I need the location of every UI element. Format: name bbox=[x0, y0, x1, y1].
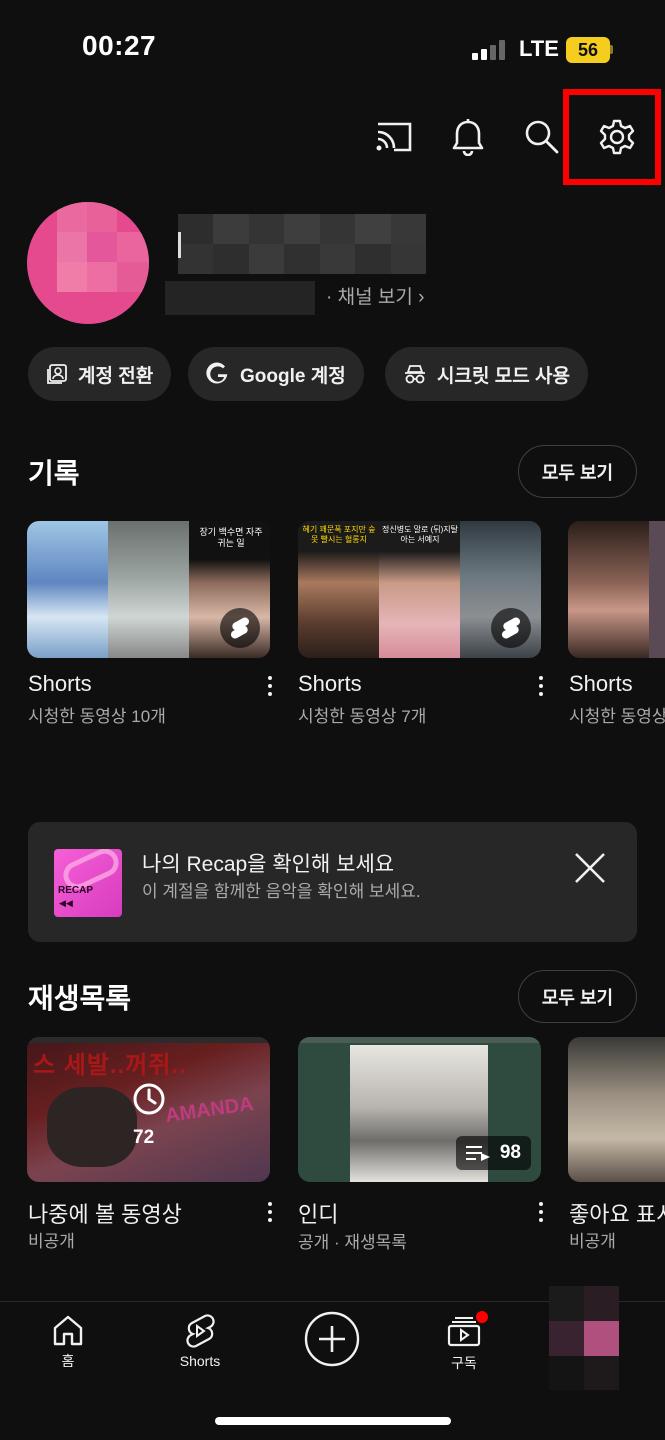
rewind-icon: ◀◀ bbox=[59, 898, 73, 908]
shorts-icon bbox=[186, 1314, 215, 1348]
nav-home[interactable]: 홈 bbox=[28, 1313, 108, 1371]
playlist-subtitle: 공개 · 재생목록 bbox=[298, 1233, 407, 1252]
avatar[interactable] bbox=[27, 202, 149, 324]
playlist-title: 나중에 볼 동영상 bbox=[28, 1202, 182, 1227]
more-options-icon[interactable] bbox=[260, 672, 280, 700]
nav-subscriptions[interactable]: 구독 bbox=[424, 1311, 504, 1373]
playlist-subtitle: 비공개 bbox=[28, 1232, 75, 1251]
thumb-caption-mid: 정신병도 말로 (뒤)지탈 아는 서예지 bbox=[382, 525, 459, 544]
network-label: LTE bbox=[519, 36, 559, 61]
history-thumbnail[interactable]: 장기 백수면 자주 귀는 일 bbox=[27, 521, 270, 658]
playlist-subtitle: 비공개 bbox=[569, 1232, 616, 1251]
history-card-title: Shorts bbox=[298, 671, 362, 696]
clock-icon bbox=[131, 1081, 167, 1117]
shorts-icon bbox=[220, 608, 260, 648]
history-see-all-button[interactable]: 모두 보기 bbox=[518, 445, 637, 498]
playlist-thumbnail[interactable]: 스 세발..꺼쥐.. AMANDA 72 bbox=[27, 1037, 270, 1182]
more-options-icon[interactable] bbox=[531, 672, 551, 700]
playlists-see-all-button[interactable]: 모두 보기 bbox=[518, 970, 637, 1023]
nav-shorts[interactable]: Shorts bbox=[160, 1313, 240, 1369]
playlist-thumbnail[interactable]: 98 bbox=[298, 1037, 541, 1182]
more-options-icon[interactable] bbox=[260, 1198, 280, 1226]
create-button[interactable] bbox=[304, 1311, 360, 1367]
notification-dot bbox=[476, 1311, 488, 1323]
nav-home-label: 홈 bbox=[61, 1353, 75, 1369]
battery-icon: 56 bbox=[566, 37, 610, 63]
history-card-subtitle: 시청한 동영상 7개 bbox=[298, 707, 427, 726]
settings-highlight-box bbox=[563, 89, 661, 185]
chip-label: Google 계정 bbox=[240, 365, 346, 387]
playlist-count: 98 bbox=[499, 1142, 521, 1163]
handle-blurred bbox=[165, 281, 315, 315]
home-indicator bbox=[215, 1417, 451, 1425]
google-icon bbox=[206, 362, 228, 384]
view-channel-link[interactable]: · 채널 보기 › bbox=[326, 282, 424, 309]
chip-label: 계정 전환 bbox=[78, 365, 154, 387]
playlist-count: 72 bbox=[133, 1127, 155, 1148]
recap-subtitle: 이 계절을 함께한 음악을 확인해 보세요. bbox=[142, 882, 421, 901]
playlist-count-badge: 98 bbox=[455, 1136, 531, 1170]
recap-thumbnail: RECAP ◀◀ bbox=[54, 849, 122, 917]
search-icon[interactable] bbox=[520, 115, 564, 159]
playlist-title: 인디 bbox=[298, 1202, 339, 1227]
history-title: 기록 bbox=[28, 458, 80, 489]
history-card-subtitle: 시청한 동영상 bbox=[569, 707, 665, 726]
playlist-thumbnail[interactable] bbox=[568, 1037, 665, 1182]
name-cursor bbox=[178, 232, 181, 258]
recap-title: 나의 Recap을 확인해 보세요 bbox=[142, 853, 395, 876]
switch-account-icon bbox=[47, 364, 67, 384]
history-card-title: Shorts bbox=[569, 671, 633, 696]
incognito-chip[interactable]: 시크릿 모드 사용 bbox=[385, 347, 588, 401]
nav-profile-avatar[interactable] bbox=[549, 1286, 635, 1390]
shorts-icon bbox=[491, 608, 531, 648]
status-time: 00:27 bbox=[82, 30, 157, 61]
playlist-title: 좋아요 표시 bbox=[569, 1202, 665, 1227]
history-thumbnail[interactable] bbox=[568, 521, 665, 658]
thumb-caption: 장기 백수면 자주 귀는 일 bbox=[199, 527, 263, 548]
home-icon bbox=[53, 1315, 83, 1346]
more-options-icon[interactable] bbox=[531, 1198, 551, 1226]
history-card-title: Shorts bbox=[28, 671, 92, 696]
close-icon[interactable] bbox=[574, 852, 606, 884]
battery-nub bbox=[610, 45, 613, 54]
playlist-icon bbox=[465, 1146, 490, 1161]
nav-shorts-label: Shorts bbox=[179, 1353, 221, 1369]
history-thumbnail[interactable]: 혜기 꽤문폭 포지만 숲 못 빨시는 혈롱지 정신병도 말로 (뒤)지탈 아는 … bbox=[298, 521, 541, 658]
switch-account-chip[interactable]: 계정 전환 bbox=[28, 347, 172, 401]
chip-label: 시크릿 모드 사용 bbox=[437, 365, 570, 387]
plus-icon bbox=[304, 1311, 360, 1367]
nav-subscriptions-label: 구독 bbox=[451, 1355, 477, 1371]
signal-icon bbox=[472, 40, 508, 60]
bell-icon[interactable] bbox=[446, 115, 490, 159]
recap-thumb-label: RECAP bbox=[58, 885, 94, 896]
google-account-chip[interactable]: Google 계정 bbox=[188, 347, 364, 401]
cast-icon[interactable] bbox=[372, 115, 416, 159]
history-card-subtitle: 시청한 동영상 10개 bbox=[28, 707, 166, 726]
incognito-icon bbox=[405, 365, 425, 384]
channel-name-blurred bbox=[178, 214, 426, 274]
thumb-caption-left: 혜기 꽤문폭 포지만 숲 못 빨시는 혈롱지 bbox=[302, 525, 376, 544]
playlists-title: 재생목록 bbox=[28, 983, 132, 1014]
